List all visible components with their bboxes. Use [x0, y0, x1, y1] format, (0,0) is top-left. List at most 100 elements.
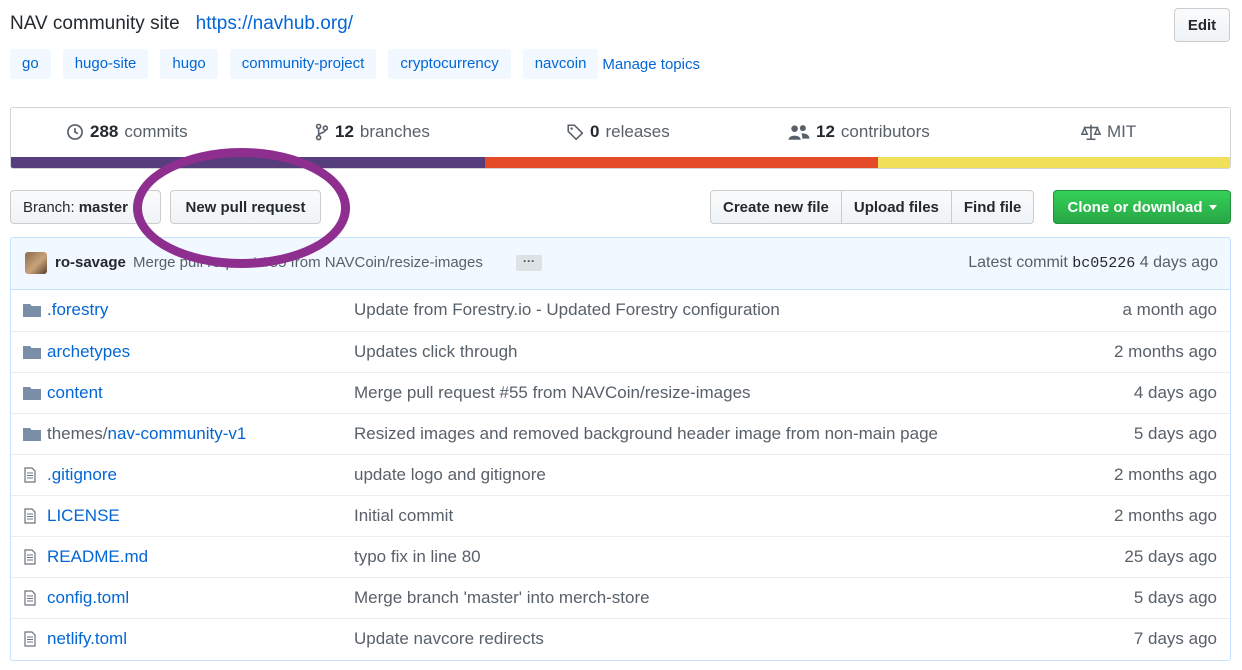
folder-icon: [23, 344, 41, 360]
manage-topics-link[interactable]: Manage topics: [602, 56, 700, 73]
latest-commit-prefix: Latest commit: [968, 254, 1068, 271]
latest-commit-info: Latest commit bc05226 4 days ago: [968, 254, 1218, 272]
topics-list: go hugo-site hugo community-project cryp…: [10, 48, 700, 80]
topic-tag[interactable]: cryptocurrency: [388, 49, 511, 79]
file-commit-message[interactable]: Resized images and removed background he…: [354, 424, 938, 444]
folder-icon: [23, 385, 41, 401]
file-path-prefix: themes/: [47, 424, 108, 443]
people-icon: [788, 123, 810, 141]
file-row: .gitignore update logo and gitignore 2 mon…: [11, 454, 1230, 495]
file-name-link[interactable]: .gitignore: [47, 465, 117, 485]
topic-tag[interactable]: hugo-site: [62, 49, 149, 79]
file-commit-message[interactable]: Update navcore redirects: [354, 629, 544, 649]
branch-icon: [315, 123, 329, 141]
file-browser: ro-savage Merge pull request #55 from NA…: [10, 237, 1231, 661]
commits-stat[interactable]: 288 commits: [66, 122, 188, 142]
file-name-link[interactable]: netlify.toml: [47, 629, 127, 649]
edit-button[interactable]: Edit: [1174, 8, 1230, 42]
upload-files-button[interactable]: Upload files: [840, 190, 952, 224]
file-row: content Merge pull request #55 from NAVCo…: [11, 372, 1230, 413]
file-icon: [23, 508, 41, 524]
file-commit-message[interactable]: update logo and gitignore: [354, 465, 546, 485]
contributors-count: 12: [816, 122, 835, 141]
file-commit-age: 5 days ago: [1133, 588, 1217, 607]
file-row: themes/nav-community-v1 Resized images an…: [11, 413, 1230, 454]
expand-commit-button[interactable]: ···: [516, 255, 542, 271]
file-name: .forestry: [47, 300, 109, 319]
branch-name: master: [78, 198, 128, 216]
file-commit-age: 2 months ago: [1113, 506, 1217, 525]
file-name-link[interactable]: content: [47, 383, 103, 403]
file-actions-group: Create new file Upload files Find file: [710, 190, 1035, 224]
releases-stat[interactable]: 0 releases: [566, 122, 670, 142]
file-name-link[interactable]: README.md: [47, 547, 148, 567]
file-commit-age: 7 days ago: [1133, 629, 1217, 648]
file-icon: [23, 549, 41, 565]
contributors-stat[interactable]: 12 contributors: [788, 122, 930, 142]
file-commit-age: 2 months ago: [1113, 342, 1217, 361]
find-file-button[interactable]: Find file: [950, 190, 1035, 224]
file-commit-message[interactable]: Initial commit: [354, 506, 453, 526]
file-name: LICENSE: [47, 506, 120, 525]
file-row: archetypes Updates click through 2 months …: [11, 331, 1230, 372]
file-name-link[interactable]: LICENSE: [47, 506, 120, 526]
file-commit-message[interactable]: Update from Forestry.io - Updated Forest…: [354, 300, 780, 320]
history-icon: [66, 123, 84, 141]
chevron-down-icon: [1208, 204, 1217, 210]
tag-icon: [566, 123, 584, 141]
file-name: .gitignore: [47, 465, 117, 484]
file-name: nav-community-v1: [107, 424, 247, 443]
file-name: archetypes: [47, 342, 131, 361]
file-icon: [23, 467, 41, 483]
file-commit-age: a month ago: [1122, 300, 1217, 319]
language-bar[interactable]: [11, 157, 1230, 168]
file-row: README.md typo fix in line 80 25 days ago: [11, 536, 1230, 577]
topic-tag[interactable]: community-project: [229, 49, 377, 79]
file-name: netlify.toml: [47, 629, 127, 648]
file-name-link[interactable]: .forestry: [47, 300, 108, 320]
branch-select-button[interactable]: Branch: master: [10, 190, 161, 224]
create-new-file-button[interactable]: Create new file: [710, 190, 842, 224]
folder-icon: [23, 426, 41, 442]
file-commit-message[interactable]: typo fix in line 80: [354, 547, 481, 567]
topic-tag[interactable]: hugo: [160, 49, 218, 79]
topic-tag[interactable]: navcoin: [522, 49, 599, 79]
topic-tag[interactable]: go: [10, 49, 51, 79]
repo-stats-summary: 288 commits 12 branches 0 releases 12 co…: [10, 107, 1231, 169]
commit-sha[interactable]: bc05226: [1072, 255, 1135, 272]
file-name-link[interactable]: archetypes: [47, 342, 130, 362]
file-commit-age: 25 days ago: [1124, 547, 1217, 566]
language-segment[interactable]: [877, 157, 1230, 168]
avatar[interactable]: [25, 252, 47, 274]
file-row: netlify.toml Update navcore redirects 7 da…: [11, 618, 1230, 659]
file-icon: [23, 631, 41, 647]
file-row: .forestry Update from Forestry.io - Updat…: [11, 290, 1230, 331]
file-name-link[interactable]: themes/nav-community-v1: [47, 424, 246, 444]
new-pull-request-button[interactable]: New pull request: [170, 190, 321, 224]
releases-label: releases: [605, 122, 670, 141]
language-segment[interactable]: [485, 157, 878, 168]
repo-header: NAV community site https://navhub.org/: [10, 12, 353, 36]
file-commit-message[interactable]: Merge branch 'master' into merch-store: [354, 588, 650, 608]
law-icon: [1081, 123, 1101, 141]
branches-label: branches: [359, 122, 430, 141]
commit-author[interactable]: ro-savage: [55, 254, 126, 271]
license-stat[interactable]: MIT: [1081, 122, 1136, 142]
latest-commit-bar: ro-savage Merge pull request #55 from NA…: [11, 238, 1230, 290]
commits-count: 288: [90, 122, 119, 141]
file-name: content: [47, 383, 103, 402]
file-commit-age: 5 days ago: [1133, 424, 1217, 443]
file-commit-message[interactable]: Updates click through: [354, 342, 517, 362]
file-icon: [23, 590, 41, 606]
file-toolbar: Branch: master New pull request Create n…: [10, 190, 1231, 224]
file-commit-age: 2 months ago: [1113, 465, 1217, 484]
file-row: LICENSE Initial commit 2 months ago: [11, 495, 1230, 536]
file-commit-age: 4 days ago: [1133, 383, 1217, 402]
commit-message[interactable]: Merge pull request #55 from NAVCoin/resi…: [133, 254, 483, 271]
file-name-link[interactable]: config.toml: [47, 588, 129, 608]
repo-website-link[interactable]: https://navhub.org/: [196, 13, 353, 35]
branches-stat[interactable]: 12 branches: [315, 122, 430, 142]
language-segment[interactable]: [11, 157, 486, 168]
clone-or-download-button[interactable]: Clone or download: [1053, 190, 1231, 224]
file-commit-message[interactable]: Merge pull request #55 from NAVCoin/resi…: [354, 383, 751, 403]
